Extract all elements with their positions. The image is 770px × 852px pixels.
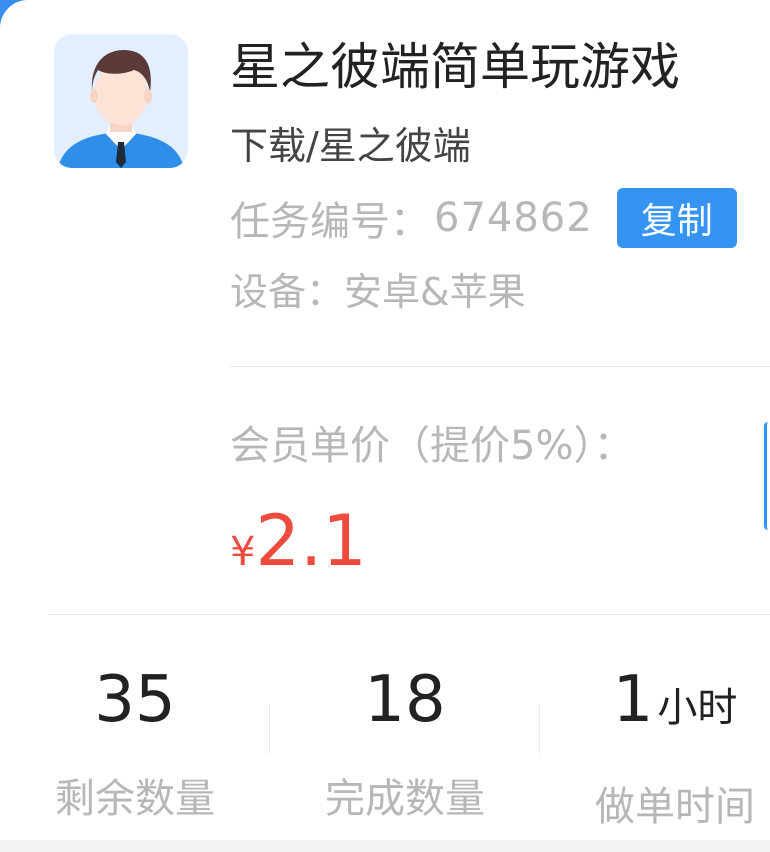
avatar-icon <box>54 34 188 168</box>
task-title: 星之彼端简单玩游戏 <box>230 38 680 96</box>
task-id-row: 任务编号： 674862 复制 <box>230 188 737 248</box>
stat-number: 1 <box>612 663 654 737</box>
member-price-label: 会员单价（提价5%）： <box>230 423 634 469</box>
divider <box>230 366 770 367</box>
stat-label: 做单时间 <box>595 784 755 830</box>
currency-symbol: ¥ <box>230 529 256 575</box>
device-label: 设备： <box>230 270 345 314</box>
task-id-value: 674862 <box>434 195 593 241</box>
stat-value: 1 小时 <box>580 660 770 748</box>
stat-number: 35 <box>94 663 176 737</box>
task-id-label: 任务编号： <box>230 199 430 245</box>
copy-button[interactable]: 复制 <box>616 188 737 248</box>
member-price: ¥ 2.1 <box>230 498 367 584</box>
task-subtitle: 下载/星之彼端 <box>230 124 471 168</box>
task-card: 星之彼端简单玩游戏 下载/星之彼端 任务编号： 674862 复制 设备：安卓&… <box>0 0 770 840</box>
side-tab-edge[interactable] <box>764 422 770 530</box>
stat-separator <box>539 704 540 754</box>
stat-value: 18 <box>310 660 500 740</box>
device-value: 安卓&苹果 <box>344 270 526 314</box>
device-info: 设备：安卓&苹果 <box>230 266 526 318</box>
stat-duration: 1 小时 做单时间 <box>580 660 770 832</box>
stat-label: 完成数量 <box>325 776 485 822</box>
stat-value: 35 <box>40 660 230 740</box>
stat-unit: 小时 <box>657 685 738 731</box>
stat-remaining: 35 剩余数量 <box>40 660 230 824</box>
divider <box>48 614 770 615</box>
stat-number: 18 <box>364 663 446 737</box>
stat-label: 剩余数量 <box>55 776 215 822</box>
price-value: 2.1 <box>255 500 367 582</box>
stat-separator <box>269 704 270 754</box>
page-background-strip <box>0 840 770 852</box>
stat-completed: 18 完成数量 <box>310 660 500 824</box>
